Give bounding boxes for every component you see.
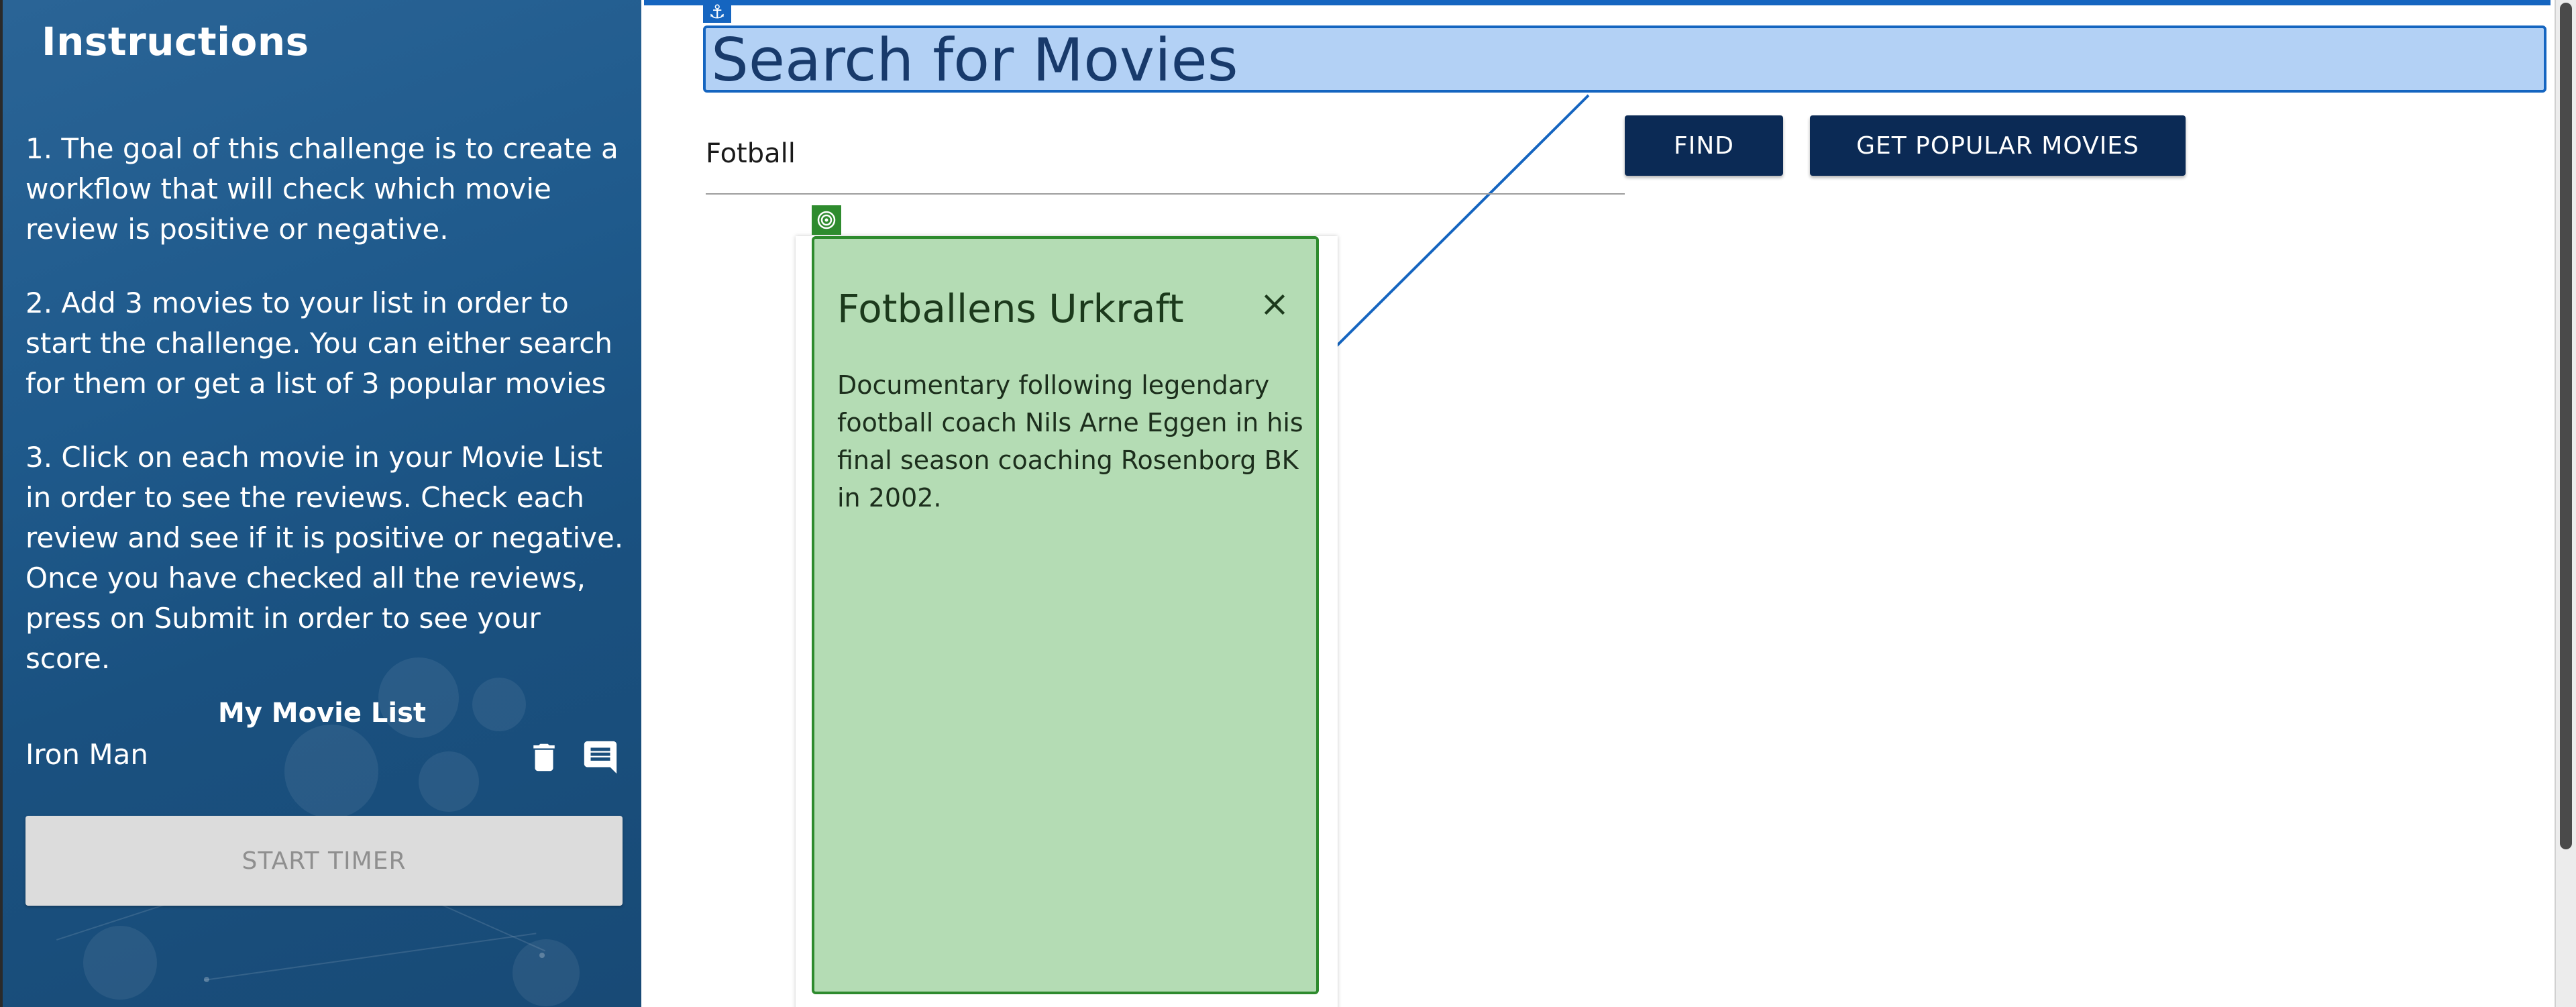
instructions-sidebar: Instructions 1. The goal of this challen… — [3, 0, 641, 1007]
search-input[interactable]: Fotball — [706, 131, 1625, 195]
instructions-title: Instructions — [42, 19, 309, 64]
app-page: Instructions 1. The goal of this challen… — [0, 0, 2576, 1007]
bokeh-decoration — [83, 926, 157, 1000]
anchor-icon: ⚓ — [703, 0, 731, 23]
vertical-scrollbar[interactable] — [2555, 0, 2576, 1007]
close-icon[interactable] — [1257, 287, 1292, 322]
search-main-panel: ⚓ Search for Movies Fotball FIND GET POP… — [641, 0, 2555, 1007]
instruction-step-3: 3. Click on each movie in your Movie Lis… — [25, 441, 624, 675]
network-dot — [539, 953, 545, 958]
scrollbar-thumb[interactable] — [2560, 3, 2572, 849]
trash-icon[interactable] — [526, 739, 562, 776]
instruction-step-1: 1. The goal of this challenge is to crea… — [25, 132, 619, 246]
target-icon — [812, 205, 841, 235]
instruction-step-2: 2. Add 3 movies to your list in order to… — [25, 286, 613, 400]
bokeh-decoration — [513, 939, 580, 1006]
search-input-value[interactable]: Fotball — [706, 138, 796, 169]
movie-result-card[interactable]: Fotballens Urkraft Documentary following… — [812, 236, 1319, 994]
network-dot — [204, 977, 209, 982]
page-title: Search for Movies — [711, 25, 1238, 95]
start-timer-button[interactable]: START TIMER — [25, 816, 623, 906]
movie-card-title: Fotballens Urkraft — [837, 286, 1184, 331]
network-line — [204, 933, 537, 981]
find-button[interactable]: FIND — [1625, 115, 1783, 176]
comment-icon[interactable] — [581, 738, 620, 777]
heading-highlight: Search for Movies — [703, 25, 2546, 93]
movie-list-item-name[interactable]: Iron Man — [25, 738, 148, 771]
highlight-top-rule — [644, 0, 2551, 5]
movie-list-title: My Movie List — [217, 698, 427, 729]
get-popular-movies-button[interactable]: GET POPULAR MOVIES — [1810, 115, 2186, 176]
movie-card-description: Documentary following legendary football… — [837, 370, 1303, 513]
movie-list-item[interactable]: Iron Man — [25, 735, 623, 778]
